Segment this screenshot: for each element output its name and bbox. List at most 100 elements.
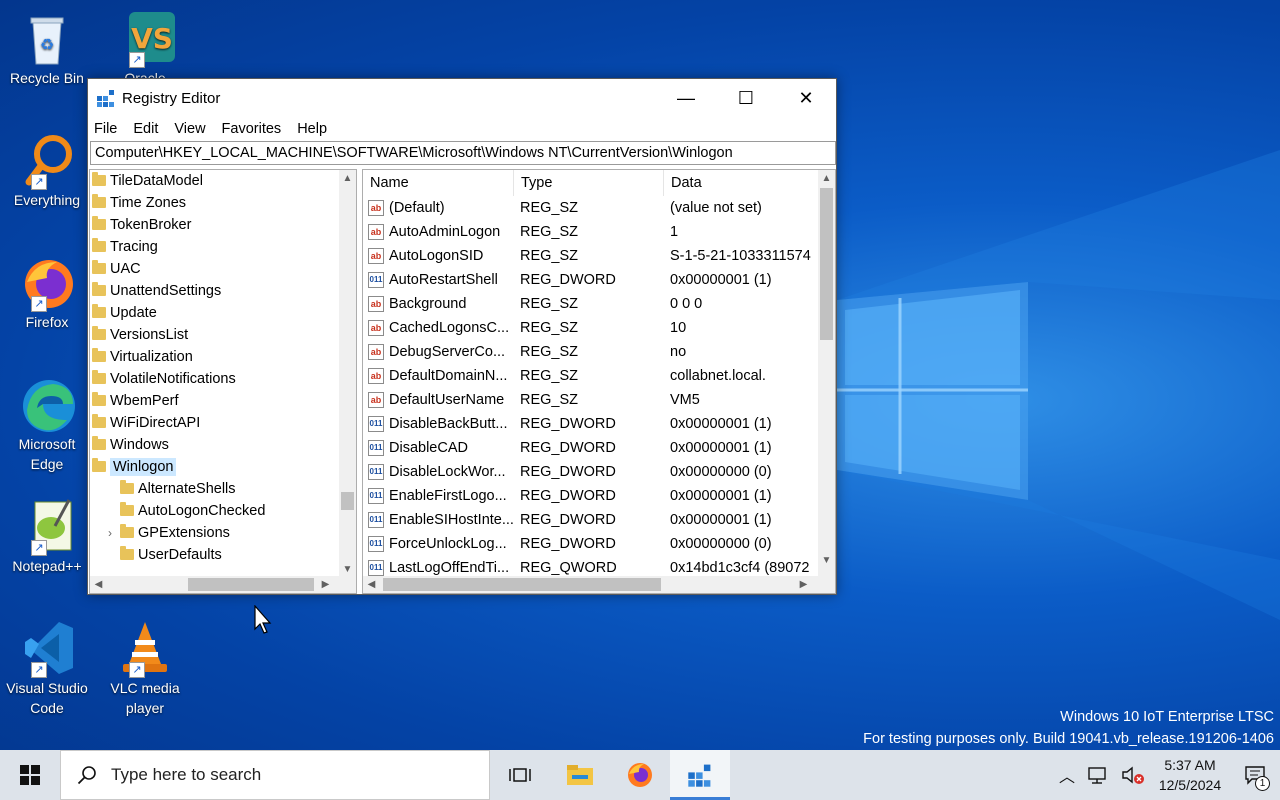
scroll-right-arrow-icon[interactable]: ▶ [795, 576, 812, 593]
values-vertical-scrollbar[interactable]: ▲ ▼ [818, 170, 835, 578]
column-name[interactable]: Name [363, 170, 514, 196]
registry-values-pane[interactable]: Name Type Data ab (Default) REG_SZ (value n… [362, 169, 836, 594]
values-hscroll-thumb[interactable] [383, 578, 661, 591]
registry-value-row[interactable]: ab AutoAdminLogon REG_SZ 1 [363, 220, 818, 244]
scroll-up-arrow-icon[interactable]: ▲ [339, 170, 356, 187]
menu-edit[interactable]: Edit [133, 121, 158, 137]
value-name: EnableFirstLogo... [389, 488, 507, 504]
taskbar-search-box[interactable]: Type here to search [60, 750, 490, 800]
taskbar-clock[interactable]: 5:37 AM 12/5/2024 [1150, 755, 1230, 795]
scroll-down-arrow-icon[interactable]: ▼ [818, 552, 835, 569]
registry-value-row[interactable]: 011 DisableBackButt... REG_DWORD 0x00000001… [363, 412, 818, 436]
tree-item[interactable]: UnattendSettings [90, 280, 340, 302]
menu-file[interactable]: File [94, 121, 117, 137]
column-data[interactable]: Data [664, 170, 814, 196]
registry-value-row[interactable]: ab (Default) REG_SZ (value not set) [363, 196, 818, 220]
registry-value-row[interactable]: ab DebugServerCo... REG_SZ no [363, 340, 818, 364]
maximize-button[interactable]: ☐ [716, 79, 776, 117]
tree-item[interactable]: AutoLogonChecked [90, 500, 340, 522]
menu-view[interactable]: View [174, 121, 205, 137]
tree-scroll-thumb[interactable] [341, 492, 354, 510]
taskbar-registry-editor[interactable] [670, 750, 730, 800]
start-button[interactable] [0, 750, 60, 800]
desktop-icon-visual-studio-code[interactable]: ↗ Visual Studio Code [2, 618, 92, 718]
tree-item[interactable]: AlternateShells [90, 478, 340, 500]
tree-item[interactable]: WbemPerf [90, 390, 340, 412]
volume-muted-icon[interactable] [1120, 765, 1146, 785]
desktop-icon-recycle-bin[interactable]: ♻ Recycle Bin [2, 8, 92, 88]
vlc-icon: ↗ [115, 618, 175, 678]
close-button[interactable]: ✕ [776, 79, 836, 117]
scroll-left-arrow-icon[interactable]: ◀ [363, 576, 380, 593]
task-view-button[interactable] [490, 750, 550, 800]
registry-editor-window[interactable]: Registry Editor — ☐ ✕ File Edit View Fav… [87, 78, 837, 595]
registry-tree-pane[interactable]: TileDataModel Time Zones TokenBroker Tracin… [89, 169, 357, 594]
registry-value-row[interactable]: ab CachedLogonsC... REG_SZ 10 [363, 316, 818, 340]
show-hidden-icons-chevron-up-icon[interactable]: ︿ [1052, 763, 1082, 787]
tree-item[interactable]: WiFiDirectAPI [90, 412, 340, 434]
registry-value-row[interactable]: 011 EnableFirstLogo... REG_DWORD 0x00000001… [363, 484, 818, 508]
value-name: EnableSIHostInte... [389, 512, 514, 528]
desktop-icon-notepad-plus-plus[interactable]: ↗ Notepad++ [2, 496, 92, 576]
address-bar[interactable]: Computer\HKEY_LOCAL_MACHINE\SOFTWARE\Mic… [90, 141, 836, 165]
title-bar[interactable]: Registry Editor — ☐ ✕ [88, 79, 836, 117]
value-type-cell: REG_DWORD [520, 416, 616, 432]
menu-favorites[interactable]: Favorites [222, 121, 282, 137]
recycle-bin-icon: ♻ [17, 8, 77, 68]
tree-item[interactable]: › GPExtensions [90, 522, 340, 544]
tree-item[interactable]: Update [90, 302, 340, 324]
tree-item[interactable]: TokenBroker [90, 214, 340, 236]
desktop-icon-label: Visual Studio Code [6, 680, 88, 716]
network-icon[interactable] [1086, 765, 1112, 785]
tree-item[interactable]: Windows [90, 434, 340, 456]
tree-item-label: UnattendSettings [110, 283, 222, 299]
scroll-left-arrow-icon[interactable]: ◀ [90, 576, 107, 593]
tree-item[interactable]: UAC [90, 258, 340, 280]
registry-value-row[interactable]: ab Background REG_SZ 0 0 0 [363, 292, 818, 316]
tree-item[interactable]: UserDefaults [90, 544, 340, 566]
column-type[interactable]: Type [514, 170, 664, 196]
tree-item[interactable]: Tracing [90, 236, 340, 258]
firefox-icon: ↗ [17, 252, 77, 312]
registry-value-row[interactable]: 011 DisableLockWor... REG_DWORD 0x00000000 … [363, 460, 818, 484]
values-scroll-thumb[interactable] [820, 188, 833, 340]
value-name: DefaultUserName [389, 392, 505, 408]
folder-icon [92, 414, 106, 428]
expand-chevron-icon[interactable]: › [108, 522, 120, 544]
tree-hscroll-thumb[interactable] [188, 578, 314, 591]
desktop-icon-label: Firefox [25, 314, 69, 330]
scroll-right-arrow-icon[interactable]: ▶ [317, 576, 334, 593]
tree-item[interactable]: Time Zones [90, 192, 340, 214]
desktop-icon-vlc[interactable]: ↗ VLC media player [100, 618, 190, 718]
registry-value-row[interactable]: 011 ForceUnlockLog... REG_DWORD 0x00000000 … [363, 532, 818, 556]
tree-item[interactable]: VersionsList [90, 324, 340, 346]
tree-item[interactable]: VolatileNotifications [90, 368, 340, 390]
desktop-icon-firefox[interactable]: ↗ Firefox [2, 252, 92, 332]
registry-value-row[interactable]: 011 LastLogOffEndTi... REG_QWORD 0x14bd1c3c… [363, 556, 818, 578]
system-tray: ︿ 5:37 AM 12/5/2024 1 [1052, 750, 1280, 800]
registry-value-row[interactable]: 011 EnableSIHostInte... REG_DWORD 0x0000000… [363, 508, 818, 532]
registry-value-row[interactable]: 011 AutoRestartShell REG_DWORD 0x00000001 (… [363, 268, 818, 292]
values-horizontal-scrollbar[interactable]: ◀ ▶ [363, 576, 818, 593]
taskbar-file-explorer[interactable] [550, 750, 610, 800]
menu-help[interactable]: Help [297, 121, 327, 137]
registry-value-row[interactable]: ab DefaultDomainN... REG_SZ collabnet.local… [363, 364, 818, 388]
desktop-icon-microsoft-edge[interactable]: Microsoft Edge [2, 374, 92, 474]
scroll-up-arrow-icon[interactable]: ▲ [818, 170, 835, 187]
tree-item[interactable]: TileDataModel [90, 170, 340, 192]
action-center-button[interactable]: 1 [1230, 750, 1280, 800]
tree-item[interactable]: Winlogon [90, 456, 340, 478]
registry-value-row[interactable]: 011 DisableCAD REG_DWORD 0x00000001 (1) [363, 436, 818, 460]
tree-vertical-scrollbar[interactable]: ▲ ▼ [339, 170, 356, 578]
taskbar-firefox[interactable] [610, 750, 670, 800]
registry-value-row[interactable]: ab AutoLogonSID REG_SZ S-1-5-21-1033311574 [363, 244, 818, 268]
value-data-cell: S-1-5-21-1033311574 [670, 248, 811, 264]
desktop-icon-everything[interactable]: ↗ Everything [2, 130, 92, 210]
desktop-icon-oracle[interactable]: VS ↗ Oracle [100, 8, 190, 88]
desktop-icon-label: VLC media player [110, 680, 180, 716]
value-data-cell: 0 0 0 [670, 296, 703, 312]
tree-horizontal-scrollbar[interactable]: ◀ ▶ [90, 576, 339, 593]
minimize-button[interactable]: — [656, 79, 716, 117]
registry-value-row[interactable]: ab DefaultUserName REG_SZ VM5 [363, 388, 818, 412]
tree-item[interactable]: Virtualization [90, 346, 340, 368]
